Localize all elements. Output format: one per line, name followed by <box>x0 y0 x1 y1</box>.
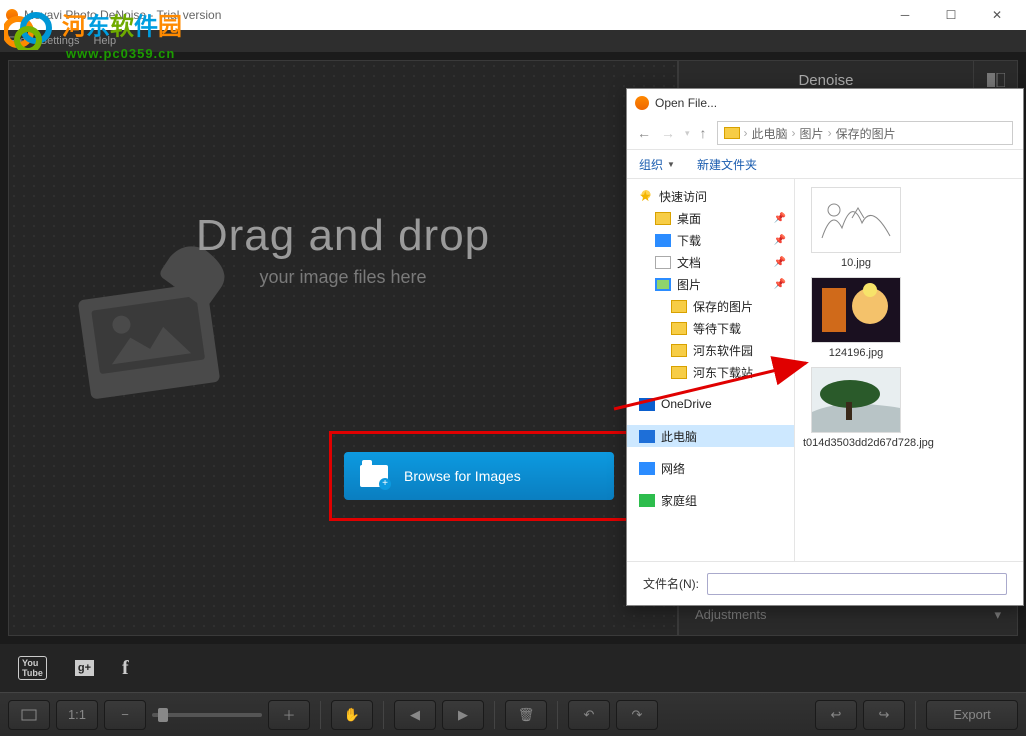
file-item[interactable]: 10.jpg <box>803 187 909 269</box>
highlight-box: Browse for Images <box>329 431 629 521</box>
file-list: 10.jpg124196.jpgt014d3503dd2d67d728.jpg <box>795 179 1023 561</box>
youtube-icon[interactable]: YouTube <box>18 656 47 680</box>
zoom-slider[interactable] <box>152 713 262 717</box>
folder-plus-icon <box>360 465 388 487</box>
folder-icon <box>724 127 740 139</box>
tree-item[interactable]: 等待下载 <box>627 317 794 339</box>
tree-this-pc[interactable]: 此电脑 <box>627 425 794 447</box>
close-button[interactable]: ✕ <box>974 0 1020 30</box>
tree-item[interactable]: 桌面📌 <box>627 207 794 229</box>
delete-button[interactable]: 🗑 <box>505 700 547 730</box>
nav-recent-button[interactable]: ▾ <box>685 128 690 139</box>
next-button[interactable]: ▶ <box>442 700 484 730</box>
app-icon <box>6 9 18 21</box>
social-bar: YouTube g+ f <box>0 644 1026 692</box>
zoom-in-button[interactable]: ＋ <box>268 700 310 730</box>
canvas-area[interactable]: Drag and drop your image files here Brow… <box>8 60 678 636</box>
tree-item[interactable]: 保存的图片 <box>627 295 794 317</box>
nav-up-button[interactable]: ↑ <box>700 125 707 141</box>
minimize-button[interactable]: ─ <box>882 0 928 30</box>
tree-item[interactable]: 下载📌 <box>627 229 794 251</box>
tree-item[interactable]: 河东软件园 <box>627 339 794 361</box>
window-title: Movavi Photo DeNoise - Trial version <box>24 8 221 22</box>
filename-label: 文件名(N): <box>643 575 699 592</box>
maximize-button[interactable]: ☐ <box>928 0 974 30</box>
file-item[interactable]: t014d3503dd2d67d728.jpg <box>803 367 909 449</box>
dialog-footer: 文件名(N): <box>627 561 1023 605</box>
bottom-toolbar: 1:1 − ＋ ✋ ◀ ▶ 🗑 ↶ ↷ ↩ ↪ Export <box>0 692 1026 736</box>
facebook-icon[interactable]: f <box>122 657 129 680</box>
fit-screen-button[interactable] <box>8 700 50 730</box>
new-folder-button[interactable]: 新建文件夹 <box>697 156 757 173</box>
hand-tool-button[interactable]: ✋ <box>331 700 373 730</box>
folder-tree: 快速访问 桌面📌下载📌文档📌图片📌 保存的图片等待下载河东软件园河东下载站 On… <box>627 179 795 561</box>
tree-homegroup[interactable]: 家庭组 <box>627 489 794 511</box>
dialog-titlebar: Open File... <box>627 89 1023 117</box>
dropzone: Drag and drop your image files here <box>9 211 677 288</box>
menu-file[interactable]: File <box>8 35 26 47</box>
tree-item[interactable]: 河东下载站 <box>627 361 794 383</box>
window-titlebar: Movavi Photo DeNoise - Trial version ─ ☐… <box>0 0 1026 30</box>
dropzone-sub: your image files here <box>9 267 677 288</box>
prev-button[interactable]: ◀ <box>394 700 436 730</box>
export-button[interactable]: Export <box>926 700 1018 730</box>
tree-item[interactable]: 文档📌 <box>627 251 794 273</box>
browse-label: Browse for Images <box>404 468 521 484</box>
zoom-actual-button[interactable]: 1:1 <box>56 700 98 730</box>
menu-settings[interactable]: Settings <box>40 35 80 47</box>
redo-button[interactable]: ↪ <box>863 700 905 730</box>
menu-help[interactable]: Help <box>93 35 116 47</box>
filename-input[interactable] <box>707 573 1007 595</box>
tab-denoise[interactable]: Denoise <box>679 72 973 89</box>
file-item[interactable]: 124196.jpg <box>803 277 909 359</box>
undo-button[interactable]: ↩ <box>815 700 857 730</box>
breadcrumb[interactable]: › 此电脑› 图片› 保存的图片 <box>717 121 1013 145</box>
dialog-title: Open File... <box>655 96 717 110</box>
rotate-right-button[interactable]: ↷ <box>616 700 658 730</box>
dialog-toolbar: 组织▼ 新建文件夹 <box>627 149 1023 179</box>
dropzone-heading: Drag and drop <box>9 211 677 261</box>
zoom-out-button[interactable]: − <box>104 700 146 730</box>
organize-menu[interactable]: 组织▼ <box>639 156 675 173</box>
menubar: File Settings Help <box>0 30 1026 52</box>
google-plus-icon[interactable]: g+ <box>75 660 94 676</box>
tree-network[interactable]: 网络 <box>627 457 794 479</box>
tree-quick-access[interactable]: 快速访问 <box>627 185 794 207</box>
rotate-left-button[interactable]: ↶ <box>568 700 610 730</box>
dialog-app-icon <box>635 96 649 110</box>
nav-forward-button[interactable]: → <box>661 125 675 141</box>
dialog-navbar: ← → ▾ ↑ › 此电脑› 图片› 保存的图片 <box>627 117 1023 149</box>
nav-back-button[interactable]: ← <box>637 125 651 141</box>
tree-item[interactable]: 图片📌 <box>627 273 794 295</box>
tree-onedrive[interactable]: OneDrive <box>627 393 794 415</box>
browse-button[interactable]: Browse for Images <box>344 452 614 500</box>
open-file-dialog: Open File... ← → ▾ ↑ › 此电脑› 图片› 保存的图片 组织… <box>626 88 1024 606</box>
